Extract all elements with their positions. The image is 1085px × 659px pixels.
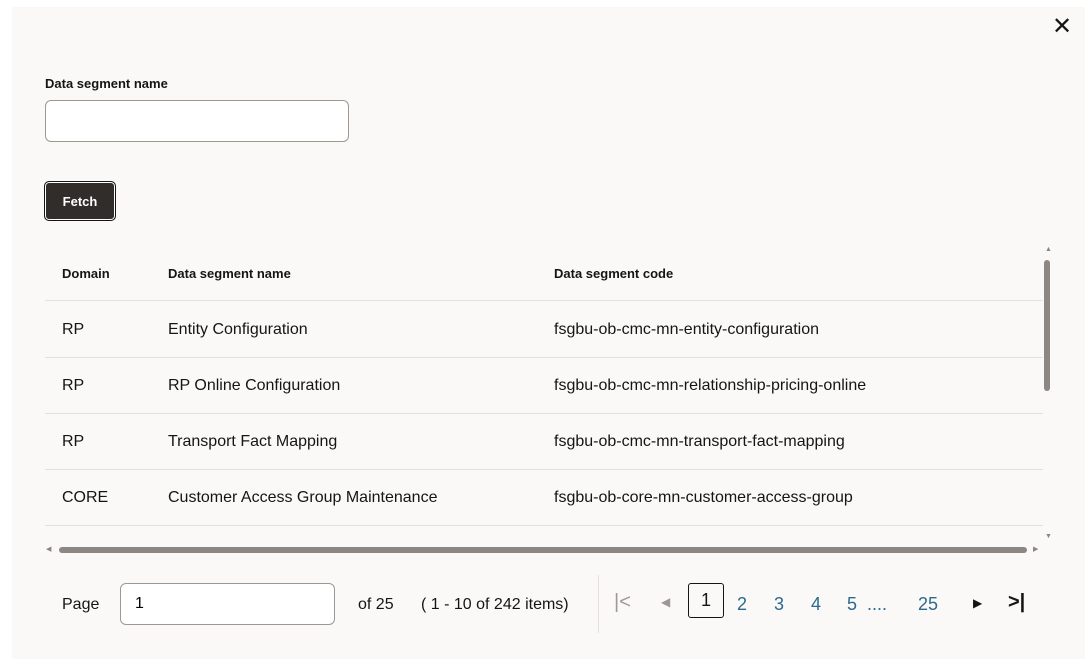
data-segment-name-label: Data segment name [45,76,168,91]
pagination-divider [598,575,599,633]
first-page-icon[interactable]: |< [614,591,631,614]
table-header: Domain Data segment name Data segment co… [45,246,1043,301]
page-ellipsis: .... [867,594,888,614]
scroll-down-icon[interactable]: ▼ [1045,533,1052,540]
table-row[interactable]: RP Transport Fact Mapping fsgbu-ob-cmc-m… [45,414,1043,470]
fetch-button[interactable]: Fetch [44,181,116,221]
cell-data-segment-code: fsgbu-ob-cmc-mn-transport-fact-mapping [554,433,845,450]
next-page-icon[interactable]: ▶ [973,596,982,610]
cell-data-segment-name: Customer Access Group Maintenance [168,489,438,506]
page-input[interactable] [120,583,335,625]
scroll-up-icon[interactable]: ▲ [1045,246,1052,253]
page-button-last[interactable]: 25 [918,594,938,615]
column-header-data-segment-name[interactable]: Data segment name [168,266,291,281]
cell-data-segment-name: RP Online Configuration [168,377,341,394]
table-row[interactable]: RP RP Online Configuration fsgbu-ob-cmc-… [45,358,1043,414]
table-row[interactable]: RP Entity Configuration fsgbu-ob-cmc-mn-… [45,302,1043,358]
cell-domain: RP [62,377,85,394]
scroll-right-icon[interactable]: ▶ [1033,545,1038,553]
close-icon[interactable]: ✕ [1051,14,1073,40]
data-segment-table: Domain Data segment name Data segment co… [45,246,1055,558]
page-count: of 25 [358,596,394,613]
page-button-3[interactable]: 3 [774,594,784,615]
column-header-domain[interactable]: Domain [62,266,110,281]
page-button-2[interactable]: 2 [737,594,747,615]
cell-data-segment-code: fsgbu-ob-cmc-mn-entity-configuration [554,321,819,338]
vertical-scroll-thumb[interactable] [1044,260,1050,391]
page-button-current[interactable]: 1 [688,583,724,618]
column-header-data-segment-code[interactable]: Data segment code [554,266,673,281]
page-button-5[interactable]: 5 [847,594,857,615]
page-label: Page [62,596,100,613]
cell-domain: RP [62,321,85,338]
cell-data-segment-name: Transport Fact Mapping [168,433,338,450]
vertical-scrollbar[interactable]: ▲ ▼ [1043,246,1055,542]
item-range: ( 1 - 10 of 242 items) [421,596,569,613]
cell-data-segment-name: Entity Configuration [168,321,308,338]
last-page-icon[interactable]: >| [1008,591,1025,614]
cell-domain: RP [62,433,85,450]
horizontal-scroll-thumb[interactable] [59,547,1027,553]
scroll-left-icon[interactable]: ◀ [46,545,51,553]
horizontal-scrollbar[interactable]: ◀ ▶ [45,545,1043,557]
cell-domain: CORE [62,489,109,506]
pagination: Page of 25 ( 1 - 10 of 242 items) |< ◀ 1… [45,575,1045,635]
previous-page-icon[interactable]: ◀ [661,595,670,609]
table-row[interactable]: CORE Customer Access Group Maintenance f… [45,470,1043,526]
cell-data-segment-code: fsgbu-ob-core-mn-customer-access-group [554,489,853,506]
cell-data-segment-code: fsgbu-ob-cmc-mn-relationship-pricing-onl… [554,377,867,394]
page-button-4[interactable]: 4 [811,594,821,615]
data-segment-name-input[interactable] [45,100,349,142]
